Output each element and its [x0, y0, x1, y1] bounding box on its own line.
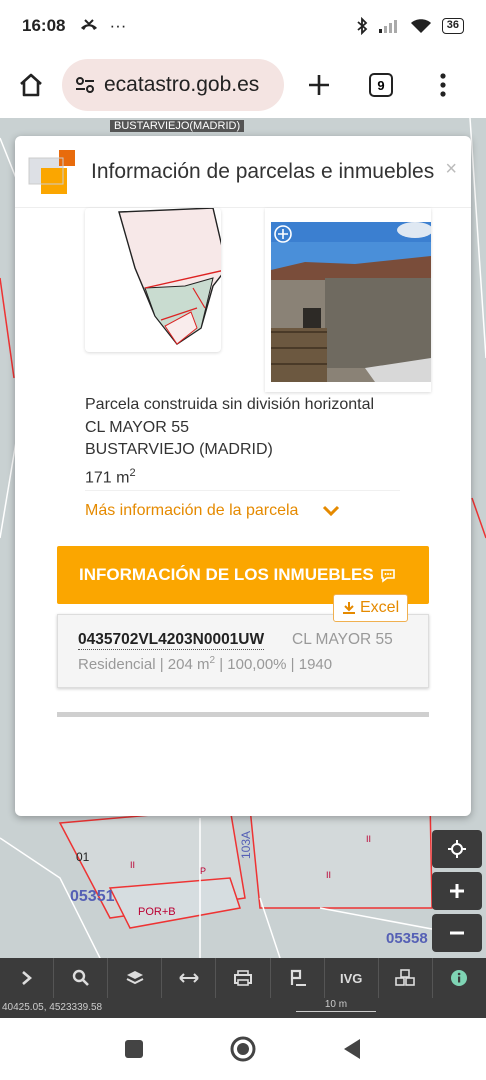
inmuebles-header-label: INFORMACIÓN DE LOS INMUEBLES	[79, 565, 374, 584]
new-tab-button[interactable]	[288, 57, 350, 113]
site-settings-icon	[76, 77, 94, 93]
map-label-por: POR+B	[138, 906, 176, 918]
catastro-logo-icon	[28, 149, 75, 194]
parcel-municipality: BUSTARVIEJO (MADRID)	[85, 441, 273, 458]
modal-title: Información de parcelas e inmuebles	[91, 159, 435, 183]
parcel-area: 171 m2	[85, 462, 374, 490]
info-icon	[451, 970, 468, 986]
excel-download-button[interactable]: Excel	[333, 594, 409, 622]
tab-count: 9	[369, 73, 393, 97]
parcel-plan-image[interactable]	[85, 207, 228, 352]
map-label-05351: 05351	[70, 888, 115, 905]
parcel-info: Parcela construida sin división horizont…	[85, 394, 374, 489]
inmueble-area: 204 m	[167, 656, 210, 673]
search-icon	[72, 969, 89, 986]
status-bar: 16:08 ··· 36	[0, 0, 486, 52]
tab-switcher-button[interactable]: 9	[350, 57, 412, 113]
recents-button[interactable]	[123, 1038, 145, 1060]
chevron-right-icon	[21, 971, 32, 985]
parcel-address: CL MAYOR 55	[85, 418, 190, 436]
inmueble-meta: Residencial | 204 m2 | 100,00% | 1940	[78, 655, 333, 673]
measure-icon	[179, 973, 199, 983]
inmueble-area-sup: 2	[209, 655, 216, 666]
measure-button[interactable]	[162, 958, 217, 998]
map-municipality-label: BUSTARVIEJO(MADRID)	[110, 120, 245, 132]
excel-label: Excel	[360, 599, 400, 616]
coordinates-bar: 40425.05, 4523339.58 10 m	[0, 998, 486, 1018]
signal-icon	[378, 20, 397, 33]
divider	[85, 490, 400, 491]
download-icon	[343, 602, 355, 614]
inmueble-share: 100,00%	[227, 656, 287, 673]
zoom-in-button[interactable]	[432, 872, 482, 910]
ivg-label: IVG	[340, 970, 363, 986]
coordinates-readout: 40425.05, 4523339.58	[2, 1002, 103, 1013]
ivg-button[interactable]: IVG	[325, 958, 379, 998]
crosshair-icon	[448, 840, 466, 858]
map-label-ii-1: II	[130, 860, 136, 870]
inmueble-card[interactable]: 0435702VL4203N0001UW CL MAYOR 55 Residen…	[57, 614, 429, 688]
close-icon[interactable]: ×	[445, 158, 457, 181]
locate-button[interactable]	[432, 830, 482, 868]
inmueble-year: 1940	[298, 656, 333, 673]
print-button[interactable]	[216, 958, 271, 998]
chevron-down-icon	[323, 505, 340, 517]
modal-header: Información de parcelas e inmuebles ×	[15, 136, 471, 208]
bluetooth-icon	[357, 17, 368, 35]
more-info-toggle[interactable]: Más información de la parcela	[85, 502, 340, 520]
scale-bar: 10 m	[296, 998, 376, 1012]
battery-icon: 36	[441, 18, 464, 34]
wifi-icon	[410, 19, 431, 33]
parcel-area-sup: 2	[129, 466, 136, 479]
home-button[interactable]	[0, 57, 62, 113]
parcel-info-modal: Información de parcelas e inmuebles × Pa…	[15, 136, 471, 816]
map-label-103a: 103A	[239, 830, 254, 860]
url-bar[interactable]: ecatastro.gob.es	[62, 59, 284, 111]
layers-button[interactable]	[108, 958, 163, 998]
parcel-type: Parcela construida sin división horizont…	[85, 396, 375, 413]
layers-icon	[126, 971, 144, 985]
more-vert-icon	[440, 73, 446, 97]
info-button[interactable]	[433, 958, 486, 998]
parcel-marker-icon	[290, 969, 307, 986]
expand-menu-button[interactable]	[0, 958, 55, 998]
inmueble-address: CL MAYOR 55	[292, 631, 393, 648]
planning-button[interactable]	[271, 958, 325, 998]
home-icon	[20, 73, 42, 97]
minus-icon	[450, 931, 464, 935]
inmueble-ref[interactable]: 0435702VL4203N0001UW	[78, 631, 265, 650]
print-icon	[233, 970, 252, 986]
comment-icon[interactable]	[380, 567, 396, 583]
map-label-01: 01	[76, 850, 90, 864]
map-label-p: P	[200, 866, 207, 876]
missed-call-icon	[81, 19, 98, 30]
back-button[interactable]	[341, 1037, 363, 1061]
more-info-label: Más información de la parcela	[85, 502, 299, 519]
parcel-area-value: 171 m	[85, 468, 130, 486]
more-notifications-icon: ···	[109, 16, 127, 35]
system-nav-bar	[0, 1018, 486, 1080]
system-icons: 36	[356, 17, 464, 35]
3d-view-button[interactable]	[379, 958, 433, 998]
zoom-out-button[interactable]	[432, 914, 482, 952]
plus-icon	[450, 884, 464, 898]
cubes-icon	[395, 969, 416, 986]
plus-icon	[309, 75, 329, 95]
map-label-05358: 05358	[386, 930, 428, 947]
url-text: ecatastro.gob.es	[104, 73, 260, 96]
home-nav-button[interactable]	[229, 1035, 257, 1063]
facade-photo[interactable]	[265, 208, 433, 392]
map-label-ii-3: II	[366, 834, 372, 844]
horizontal-scrollbar[interactable]	[57, 712, 429, 717]
parcel-plan-drawing	[118, 207, 228, 345]
browser-menu-button[interactable]	[412, 57, 474, 113]
browser-toolbar: ecatastro.gob.es 9	[0, 52, 486, 118]
clock: 16:08	[22, 16, 66, 35]
map-toolbar: IVG	[0, 958, 486, 998]
map-label-ii-2: II	[326, 870, 332, 880]
search-button[interactable]	[54, 958, 109, 998]
facade-photo-image	[271, 222, 433, 382]
notification-icons: ···	[79, 16, 126, 36]
inmueble-use: Residencial	[78, 656, 156, 673]
